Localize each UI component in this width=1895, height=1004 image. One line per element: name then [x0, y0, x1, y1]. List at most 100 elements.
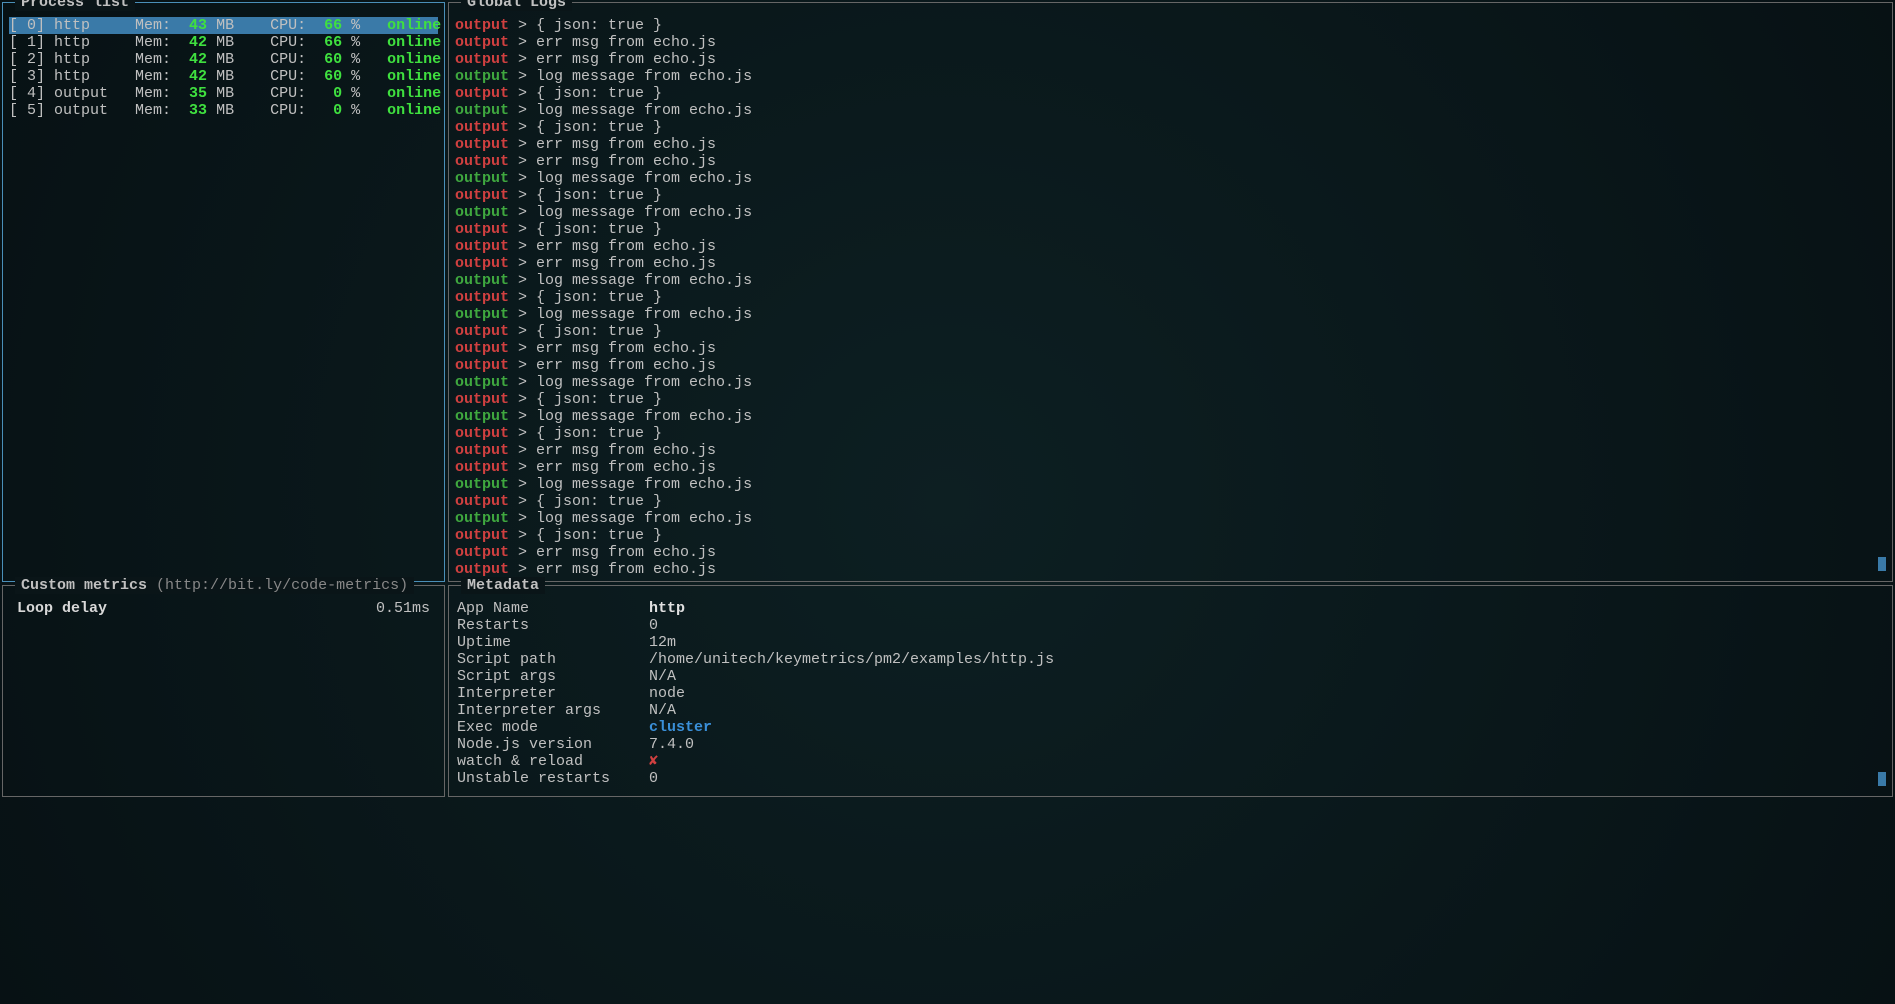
process-row[interactable]: [ 1] http Mem: 42 MB CPU: 66 % online	[9, 34, 438, 51]
log-arrow: >	[509, 68, 536, 85]
log-arrow: >	[509, 408, 536, 425]
log-message: { json: true }	[536, 391, 662, 408]
metadata-key: Restarts	[457, 617, 649, 634]
custom-metrics-title: Custom metrics (http://bit.ly/code-metri…	[15, 577, 414, 594]
cpu-value: 0	[315, 85, 342, 102]
log-source: output	[455, 119, 509, 136]
log-source: output	[455, 85, 509, 102]
process-list[interactable]: [ 0] http Mem: 43 MB CPU: 66 % online[ 1…	[9, 17, 438, 119]
log-arrow: >	[509, 187, 536, 204]
process-row[interactable]: [ 5] output Mem: 33 MB CPU: 0 % online	[9, 102, 438, 119]
metadata-value: node	[649, 685, 685, 702]
log-arrow: >	[509, 289, 536, 306]
log-arrow: >	[509, 459, 536, 476]
metadata-key: Exec mode	[457, 719, 649, 736]
process-name: http	[54, 17, 117, 34]
log-row: output > { json: true }	[455, 323, 1886, 340]
log-source: output	[455, 34, 509, 51]
log-source: output	[455, 255, 509, 272]
metadata-row: Interpreternode	[455, 685, 1886, 702]
log-row: output > log message from echo.js	[455, 510, 1886, 527]
process-row[interactable]: [ 4] output Mem: 35 MB CPU: 0 % online	[9, 85, 438, 102]
log-source: output	[455, 323, 509, 340]
log-source: output	[455, 425, 509, 442]
process-index: [ 0]	[9, 17, 54, 34]
cpu-value: 66	[315, 34, 342, 51]
log-arrow: >	[509, 204, 536, 221]
metadata-row: Unstable restarts0	[455, 770, 1886, 787]
metric-row: Loop delay0.51ms	[9, 600, 438, 617]
log-arrow: >	[509, 255, 536, 272]
metadata-key: Unstable restarts	[457, 770, 649, 787]
log-row: output > err msg from echo.js	[455, 340, 1886, 357]
metadata-value: /home/unitech/keymetrics/pm2/examples/ht…	[649, 651, 1054, 668]
global-logs-title: Global Logs	[461, 0, 572, 11]
process-name: output	[54, 102, 117, 119]
cpu-pct: %	[342, 17, 360, 34]
log-message: err msg from echo.js	[536, 561, 716, 578]
mem-value: 35	[180, 85, 207, 102]
process-index: [ 2]	[9, 51, 54, 68]
log-row: output > { json: true }	[455, 221, 1886, 238]
cpu-value: 60	[315, 68, 342, 85]
process-index: [ 3]	[9, 68, 54, 85]
process-name: output	[54, 85, 117, 102]
mem-label: Mem:	[117, 68, 180, 85]
log-row: output > log message from echo.js	[455, 272, 1886, 289]
log-message: err msg from echo.js	[536, 459, 716, 476]
cpu-label: CPU:	[234, 17, 315, 34]
log-arrow: >	[509, 425, 536, 442]
log-row: output > err msg from echo.js	[455, 442, 1886, 459]
process-status: online	[360, 68, 441, 85]
metric-value: 0.51ms	[376, 600, 430, 617]
metadata-value: N/A	[649, 702, 676, 719]
log-source: output	[455, 510, 509, 527]
log-message: log message from echo.js	[536, 374, 752, 391]
log-message: err msg from echo.js	[536, 357, 716, 374]
log-row: output > err msg from echo.js	[455, 51, 1886, 68]
mem-value: 42	[180, 68, 207, 85]
log-source: output	[455, 136, 509, 153]
scroll-indicator	[1878, 557, 1886, 571]
custom-metrics-panel: Custom metrics (http://bit.ly/code-metri…	[2, 585, 445, 797]
log-row: output > { json: true }	[455, 119, 1886, 136]
metadata[interactable]: App NamehttpRestarts0Uptime12mScript pat…	[455, 600, 1886, 787]
process-row[interactable]: [ 2] http Mem: 42 MB CPU: 60 % online	[9, 51, 438, 68]
log-source: output	[455, 459, 509, 476]
metadata-row: Exec modecluster	[455, 719, 1886, 736]
log-arrow: >	[509, 323, 536, 340]
log-message: { json: true }	[536, 425, 662, 442]
process-row[interactable]: [ 3] http Mem: 42 MB CPU: 60 % online	[9, 68, 438, 85]
log-arrow: >	[509, 442, 536, 459]
log-source: output	[455, 561, 509, 578]
mem-unit: MB	[207, 102, 234, 119]
log-source: output	[455, 221, 509, 238]
log-row: output > { json: true }	[455, 187, 1886, 204]
cpu-label: CPU:	[234, 68, 315, 85]
log-message: err msg from echo.js	[536, 442, 716, 459]
mem-label: Mem:	[117, 34, 180, 51]
process-status: online	[360, 102, 441, 119]
log-message: log message from echo.js	[536, 272, 752, 289]
process-row[interactable]: [ 0] http Mem: 43 MB CPU: 66 % online	[9, 17, 438, 34]
log-source: output	[455, 272, 509, 289]
log-arrow: >	[509, 340, 536, 357]
log-message: err msg from echo.js	[536, 153, 716, 170]
log-arrow: >	[509, 102, 536, 119]
metadata-value: 12m	[649, 634, 676, 651]
log-message: err msg from echo.js	[536, 238, 716, 255]
log-arrow: >	[509, 510, 536, 527]
log-row: output > err msg from echo.js	[455, 136, 1886, 153]
log-source: output	[455, 544, 509, 561]
log-arrow: >	[509, 34, 536, 51]
mem-value: 42	[180, 34, 207, 51]
log-row: output > { json: true }	[455, 85, 1886, 102]
mem-unit: MB	[207, 68, 234, 85]
metadata-panel: Metadata App NamehttpRestarts0Uptime12mS…	[448, 585, 1893, 797]
log-message: { json: true }	[536, 221, 662, 238]
log-source: output	[455, 204, 509, 221]
log-row: output > log message from echo.js	[455, 476, 1886, 493]
log-arrow: >	[509, 221, 536, 238]
log-row: output > { json: true }	[455, 17, 1886, 34]
global-logs[interactable]: output > { json: true }output > err msg …	[455, 17, 1886, 578]
